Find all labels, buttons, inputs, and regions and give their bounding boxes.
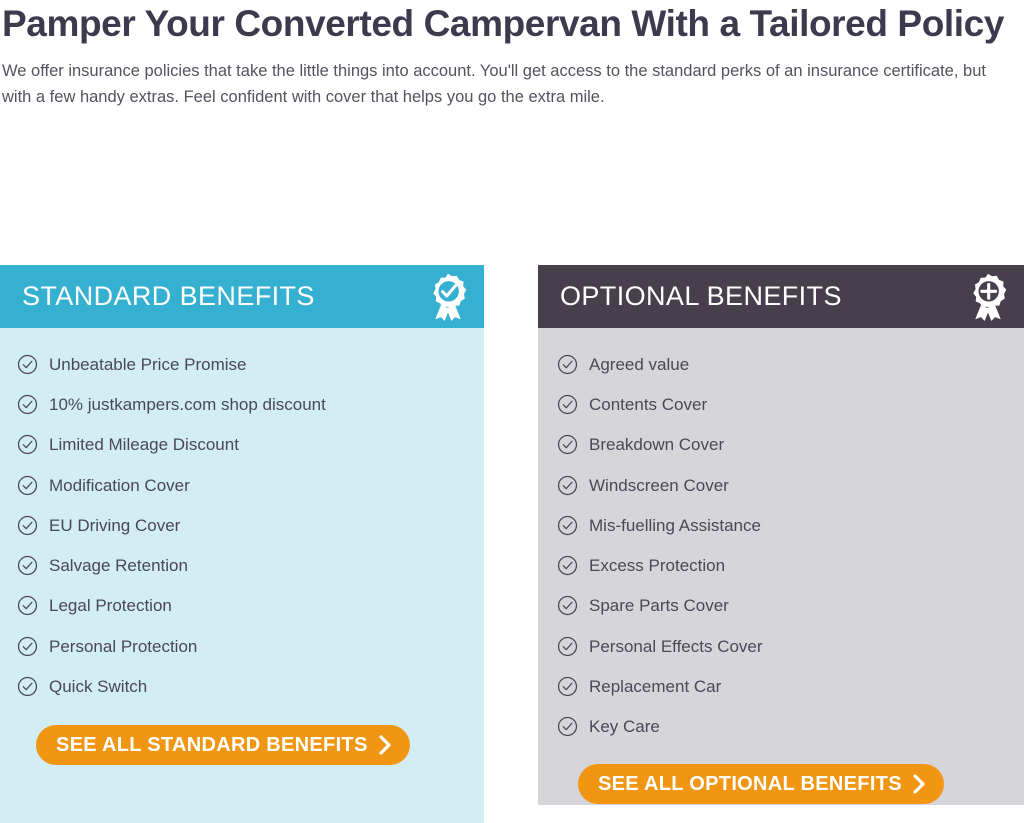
see-all-optional-benefits-label: SEE ALL OPTIONAL BENEFITS <box>598 772 902 795</box>
circle-check-icon <box>557 394 589 415</box>
standard-benefit-list: Unbeatable Price Promise 10% justkampers… <box>0 344 484 707</box>
see-all-standard-benefits-label: SEE ALL STANDARD BENEFITS <box>56 733 368 756</box>
list-item: Excess Protection <box>538 545 1024 585</box>
page-title: Pamper Your Converted Campervan With a T… <box>2 3 1005 44</box>
list-item: Unbeatable Price Promise <box>0 344 484 384</box>
list-item: Key Care <box>538 707 1024 747</box>
optional-card-body: Agreed value Contents Cover Breakdown Co… <box>538 328 1024 805</box>
list-item-label: Quick Switch <box>49 677 148 697</box>
circle-check-icon <box>17 394 49 415</box>
circle-check-icon <box>17 676 49 697</box>
rosette-plus-icon <box>966 273 1010 321</box>
list-item: Salvage Retention <box>0 545 484 585</box>
intro-paragraph: We offer insurance policies that take th… <box>2 61 986 107</box>
benefits-cards-container: STANDARD BENEFITS Unbeatable Price Promi… <box>0 265 1024 823</box>
optional-card-header: OPTIONAL BENEFITS <box>538 265 1024 328</box>
optional-card-title: OPTIONAL BENEFITS <box>560 281 842 311</box>
list-item-label: Modification Cover <box>49 475 190 495</box>
list-item-label: Agreed value <box>589 354 690 374</box>
circle-check-icon <box>17 595 49 616</box>
circle-check-icon <box>557 595 589 616</box>
standard-card-header: STANDARD BENEFITS <box>0 265 484 328</box>
list-item-label: Excess Protection <box>589 556 726 576</box>
page-root: Pamper Your Converted Campervan With a T… <box>0 0 1024 823</box>
list-item: Quick Switch <box>0 666 484 706</box>
list-item: Modification Cover <box>0 465 484 505</box>
list-item-label: Key Care <box>589 717 660 737</box>
circle-check-icon <box>17 515 49 536</box>
list-item-label: Legal Protection <box>49 596 172 616</box>
intro-section: Pamper Your Converted Campervan With a T… <box>0 0 1024 111</box>
list-item-label: Windscreen Cover <box>589 475 729 495</box>
list-item: Breakdown Cover <box>538 425 1024 465</box>
list-item: Limited Mileage Discount <box>0 425 484 465</box>
circle-check-icon <box>17 555 49 576</box>
list-item: Personal Protection <box>0 626 484 666</box>
list-item: Legal Protection <box>0 586 484 626</box>
list-item-label: Salvage Retention <box>49 556 188 576</box>
list-item-label: Breakdown Cover <box>589 435 725 455</box>
list-item-label: Limited Mileage Discount <box>49 435 239 455</box>
list-item-label: 10% justkampers.com shop discount <box>49 394 326 414</box>
circle-check-icon <box>557 636 589 657</box>
circle-check-icon <box>557 354 589 375</box>
optional-benefits-card: OPTIONAL BENEFITS Agreed value Contents … <box>538 265 1024 805</box>
chevron-right-icon <box>378 734 392 756</box>
circle-check-icon <box>557 555 589 576</box>
list-item: Agreed value <box>538 344 1024 384</box>
list-item: Replacement Car <box>538 666 1024 706</box>
list-item: 10% justkampers.com shop discount <box>0 384 484 424</box>
list-item-label: Contents Cover <box>589 394 708 414</box>
circle-check-icon <box>557 434 589 455</box>
rosette-check-icon <box>426 273 470 321</box>
list-item-label: Unbeatable Price Promise <box>49 354 247 374</box>
circle-check-icon <box>17 475 49 496</box>
list-item-label: Spare Parts Cover <box>589 596 729 616</box>
see-all-optional-benefits-button[interactable]: SEE ALL OPTIONAL BENEFITS <box>578 764 944 804</box>
list-item: Mis-fuelling Assistance <box>538 505 1024 545</box>
circle-check-icon <box>17 434 49 455</box>
list-item: EU Driving Cover <box>0 505 484 545</box>
list-item: Contents Cover <box>538 384 1024 424</box>
standard-card-title: STANDARD BENEFITS <box>22 281 315 311</box>
optional-benefit-list: Agreed value Contents Cover Breakdown Co… <box>538 344 1024 747</box>
list-item-label: EU Driving Cover <box>49 515 181 535</box>
circle-check-icon <box>557 676 589 697</box>
see-all-standard-benefits-button[interactable]: SEE ALL STANDARD BENEFITS <box>36 725 410 765</box>
list-item-label: Personal Effects Cover <box>589 636 763 656</box>
list-item-label: Personal Protection <box>49 636 198 656</box>
circle-check-icon <box>17 636 49 657</box>
list-item-label: Mis-fuelling Assistance <box>589 515 761 535</box>
list-item: Spare Parts Cover <box>538 586 1024 626</box>
circle-check-icon <box>17 354 49 375</box>
chevron-right-icon <box>912 773 926 795</box>
list-item: Windscreen Cover <box>538 465 1024 505</box>
circle-check-icon <box>557 716 589 737</box>
list-item-label: Replacement Car <box>589 677 722 697</box>
list-item: Personal Effects Cover <box>538 626 1024 666</box>
circle-check-icon <box>557 515 589 536</box>
circle-check-icon <box>557 475 589 496</box>
